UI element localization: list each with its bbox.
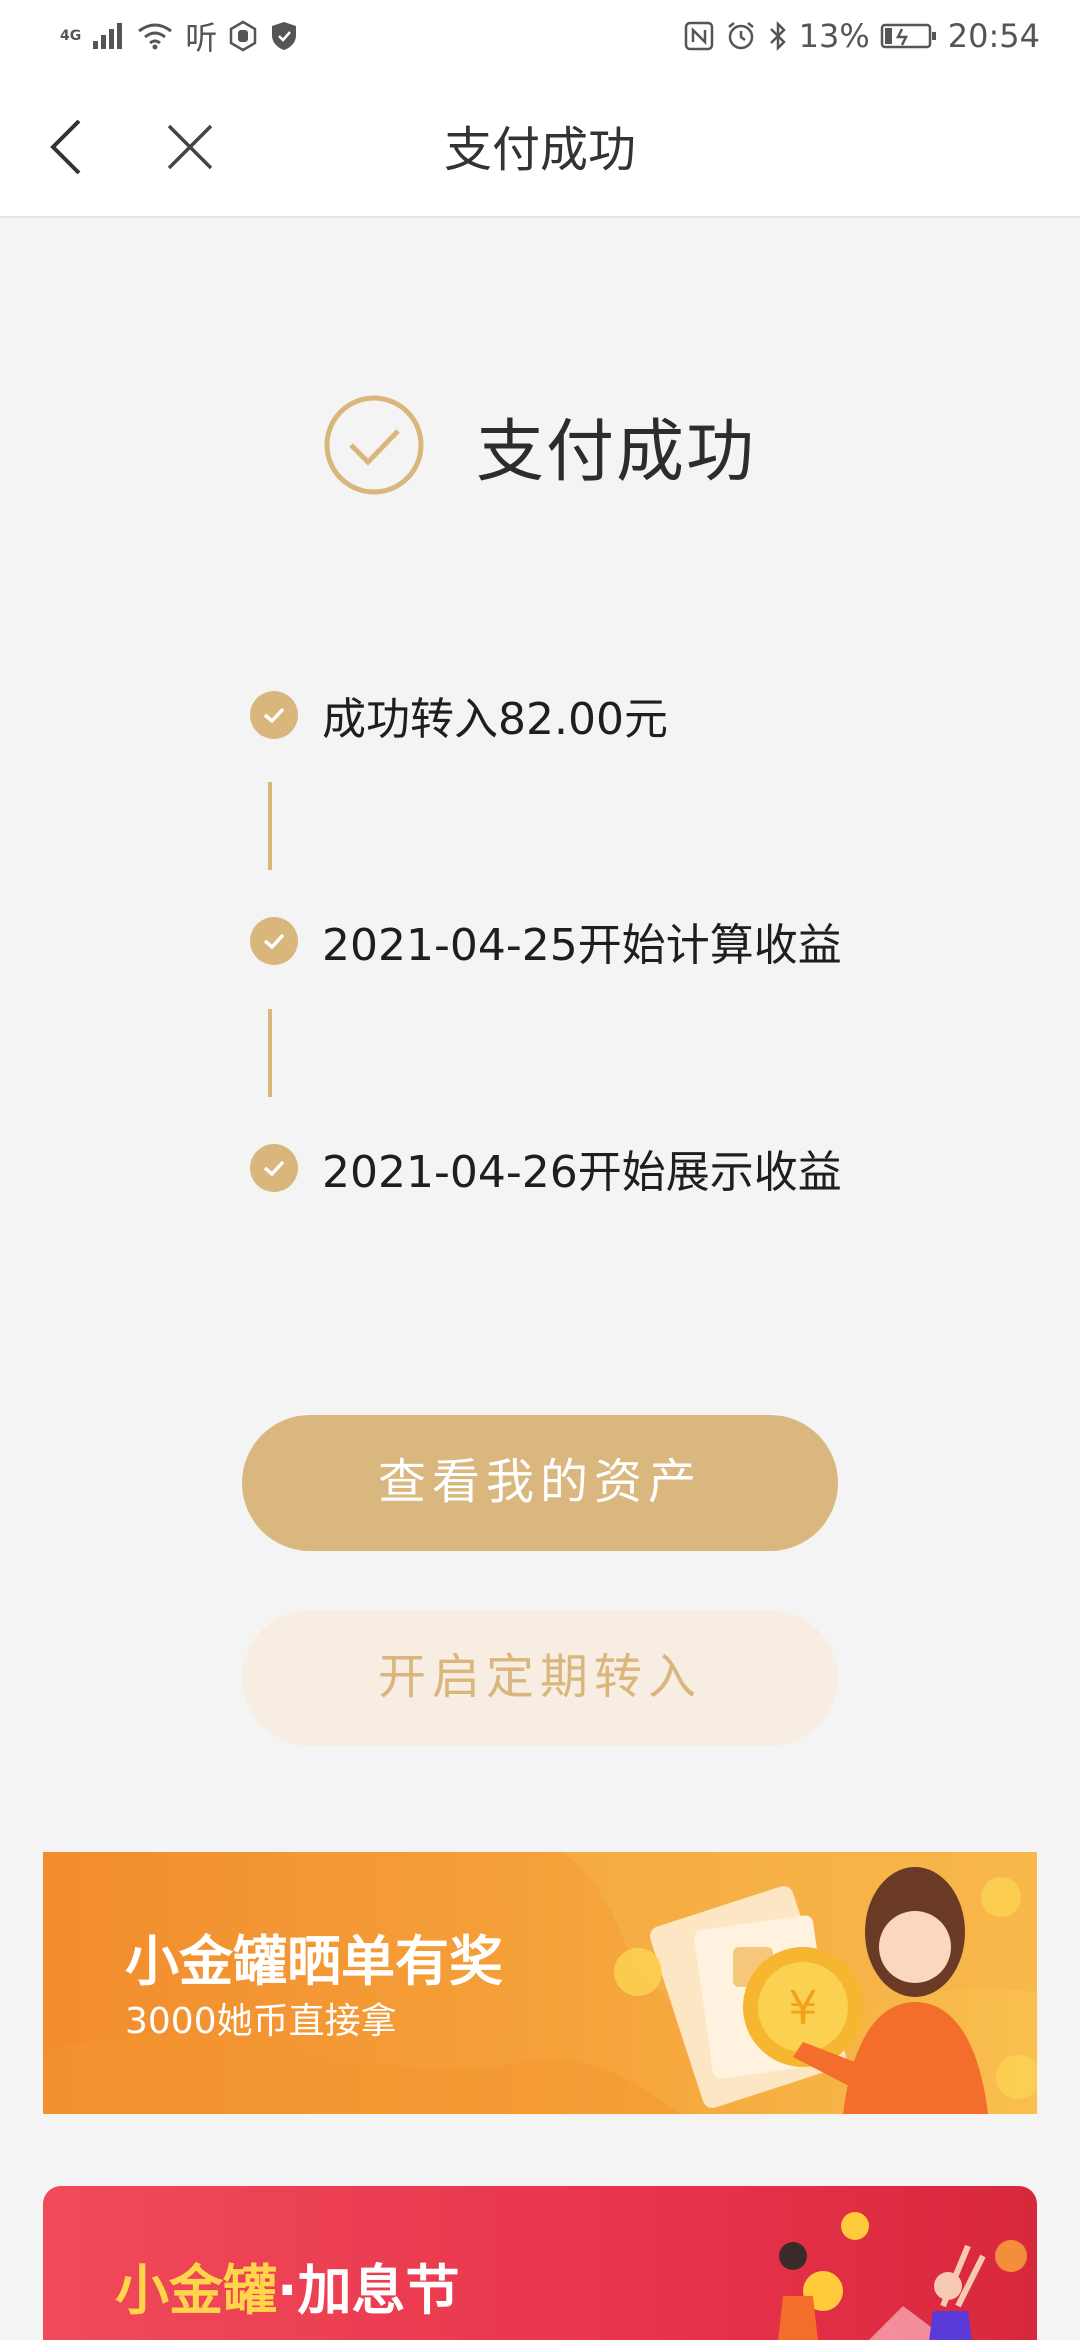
battery-icon: [880, 23, 936, 49]
step-connector: [268, 1009, 272, 1097]
close-icon: [167, 124, 213, 170]
status-bar: 4G 听 13% 20:54: [0, 0, 1080, 72]
banner1-title: 小金罐晒单有奖: [125, 1930, 503, 1993]
status-left: 4G 听: [60, 13, 299, 59]
step-text: 2021-04-25开始计算收益: [322, 920, 842, 971]
close-button[interactable]: [155, 112, 225, 182]
shield-icon: [272, 22, 297, 50]
alarm-icon: [727, 22, 754, 50]
promo-banner-share[interactable]: ¥ 小金罐晒单有奖 3000她币直接拿: [43, 1852, 1037, 2114]
success-header: 支付成功: [0, 385, 1080, 505]
start-scheduled-transfer-button[interactable]: 开启定期转入: [242, 1610, 838, 1746]
step-item: 成功转入82.00元: [250, 680, 668, 750]
nav-bar: 支付成功: [0, 72, 1080, 218]
step-connector: [268, 782, 272, 870]
network-label: 4G: [60, 28, 82, 44]
banner2-title: 小金罐·加息节: [115, 2246, 460, 2325]
promo-banner-interest[interactable]: 小金罐·加息节: [43, 2186, 1037, 2340]
banner2-sep: ·: [277, 2259, 298, 2322]
banner2-title-b: 加息节: [297, 2259, 460, 2322]
bluetooth-icon: [769, 20, 786, 52]
svg-text:¥: ¥: [788, 1981, 817, 2035]
status-right: 13% 20:54: [683, 17, 1040, 55]
banner1-subtitle: 3000她币直接拿: [125, 2001, 397, 2042]
signal-icon: [93, 23, 123, 49]
listen-app-icon: 听: [185, 19, 218, 57]
banner2-title-a: 小金罐: [115, 2259, 277, 2322]
check-icon: [250, 917, 298, 965]
wifi-icon: [138, 23, 173, 50]
chevron-left-icon: [50, 119, 81, 175]
check-icon: [250, 1144, 298, 1192]
step-item: 2021-04-25开始计算收益: [250, 906, 842, 976]
hand-stop-icon: [230, 20, 257, 52]
view-assets-button[interactable]: 查看我的资产: [242, 1415, 838, 1551]
check-circle-icon: [324, 395, 424, 495]
step-item: 2021-04-26开始展示收益: [250, 1133, 842, 1203]
back-button[interactable]: [30, 112, 100, 182]
clock: 20:54: [947, 17, 1040, 55]
check-icon: [250, 691, 298, 739]
step-text: 2021-04-26开始展示收益: [322, 1147, 842, 1198]
success-title: 支付成功: [475, 412, 756, 492]
battery-percent: 13%: [798, 17, 870, 55]
step-text: 成功转入82.00元: [322, 694, 668, 745]
nfc-icon: [684, 21, 713, 51]
